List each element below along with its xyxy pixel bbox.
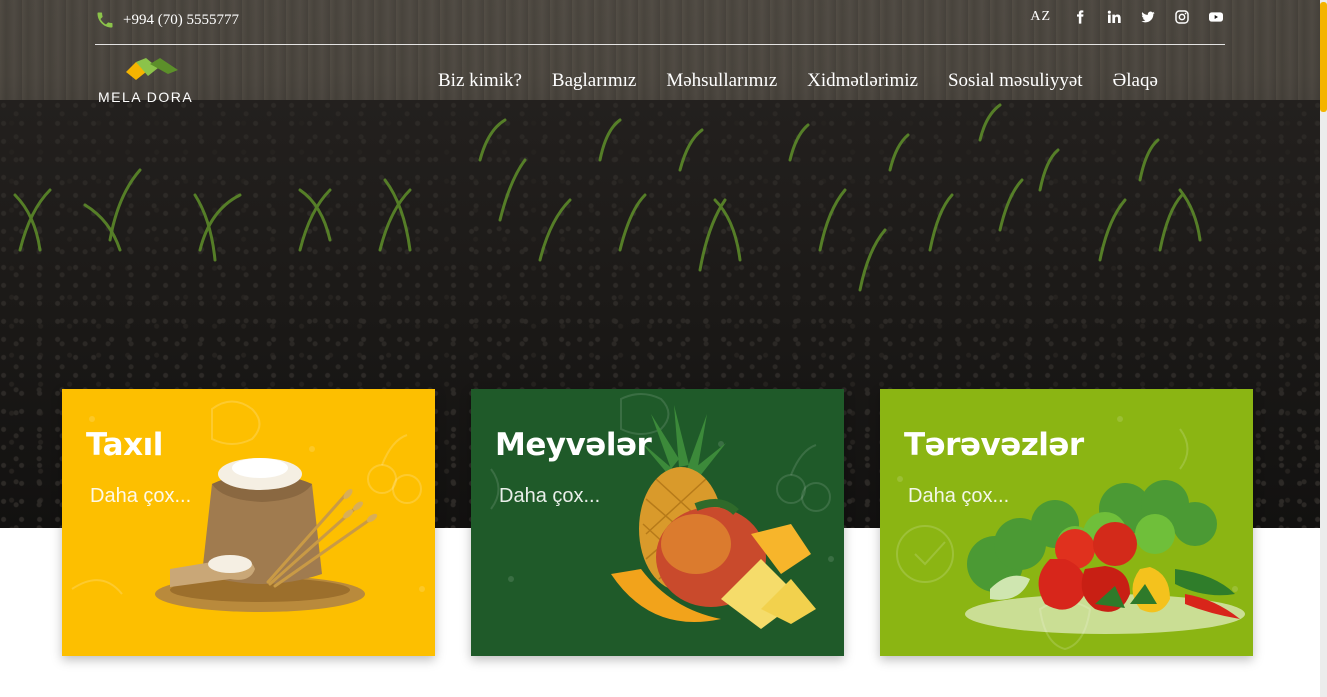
card-title: Tərəvəzlər [904, 427, 1084, 463]
flour-sack-icon [155, 458, 378, 612]
nav-item-services[interactable]: Xidmətlərimiz [807, 70, 918, 92]
phone-contact[interactable]: +994 (70) 5555777 [95, 10, 239, 30]
top-right-links: AZ [1030, 8, 1225, 26]
logo-mark-icon [126, 58, 178, 80]
card-title: Taxıl [86, 427, 163, 463]
seedlings-image [13, 103, 1202, 292]
language-switch[interactable]: AZ [1030, 9, 1051, 25]
category-card-vegetables[interactable]: Tərəvəzlər Daha çox... [880, 389, 1253, 656]
nav-item-social-responsibility[interactable]: Sosial məsuliyyət [948, 70, 1083, 92]
main-nav: Biz kimik? Baglarımız Məhsullarımız Xidm… [438, 70, 1158, 92]
phone-icon [95, 10, 115, 30]
phone-number[interactable]: +994 (70) 5555777 [123, 12, 239, 29]
card-more-link[interactable]: Daha çox... [499, 485, 600, 508]
twitter-icon[interactable] [1139, 8, 1157, 26]
nav-item-gardens[interactable]: Baglarımız [552, 70, 636, 92]
instagram-icon[interactable] [1173, 8, 1191, 26]
category-card-fruits[interactable]: Meyvələr Daha çox... [471, 389, 844, 656]
category-card-grain[interactable]: Taxıl Daha çox... [62, 389, 435, 656]
nav-item-contact[interactable]: Əlaqə [1113, 70, 1158, 92]
scrollbar-thumb[interactable] [1320, 2, 1327, 112]
logo-text: MELA DORA [98, 89, 194, 105]
facebook-icon[interactable] [1071, 8, 1089, 26]
top-bar: +994 (70) 5555777 AZ [95, 0, 1225, 45]
nav-item-products[interactable]: Məhsullarımız [666, 70, 777, 92]
card-more-link[interactable]: Daha çox... [908, 485, 1009, 508]
nav-item-about[interactable]: Biz kimik? [438, 70, 522, 92]
linkedin-icon[interactable] [1105, 8, 1123, 26]
site-logo[interactable]: MELA DORA [98, 58, 218, 108]
youtube-icon[interactable] [1207, 8, 1225, 26]
card-more-link[interactable]: Daha çox... [90, 485, 191, 508]
card-title: Meyvələr [495, 427, 652, 463]
